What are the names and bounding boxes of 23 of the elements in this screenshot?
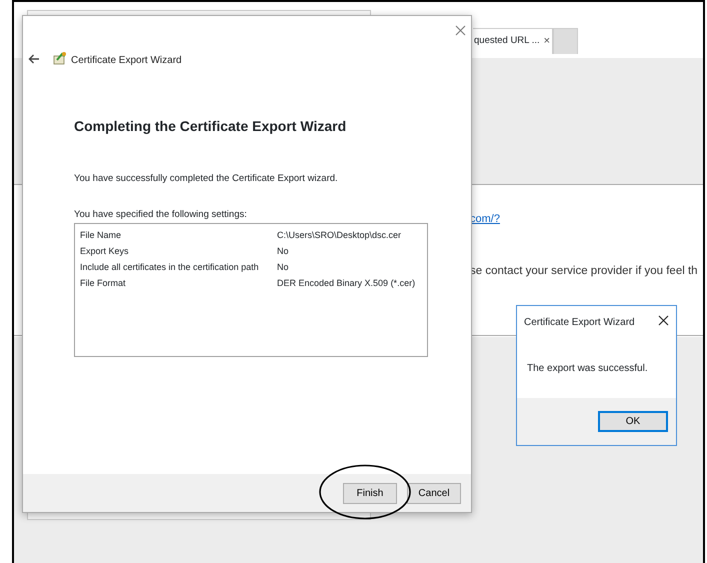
close-icon[interactable]: [658, 315, 669, 326]
setting-value: No: [277, 261, 289, 274]
completion-message: You have successfully completed the Certificate Export wizard.: [74, 172, 338, 186]
dialog-title: Certificate Export Wizard: [524, 316, 635, 330]
certificate-icon: [53, 51, 67, 65]
dialog-button[interactable]: OK: [598, 411, 668, 432]
setting-name: Include all certificates in the certification path: [80, 261, 260, 274]
setting-name: File Format: [80, 277, 127, 290]
setting-name: File Name: [80, 229, 122, 242]
wizard-heading: Completing the Certificate Export Wizard: [74, 118, 346, 135]
settings-label: You have specified the following settings:: [74, 208, 247, 222]
browser-tab[interactable]: quested URL ... ×: [473, 28, 553, 54]
setting-value: No: [277, 245, 289, 258]
tab-close[interactable]: ×: [544, 33, 550, 50]
back-arrow-icon[interactable]: [28, 54, 40, 64]
setting-name: Export Keys: [80, 245, 130, 258]
dialog-message: The export was successful.: [527, 362, 648, 376]
setting-value: DER Encoded Binary X.509 (*.cer): [277, 277, 416, 290]
setting-value: C:\Users\SRO\Desktop\dsc.cer: [277, 229, 402, 242]
dialog-button[interactable]: Cancel: [407, 482, 461, 504]
window-title: Certificate Export Wizard: [71, 54, 182, 68]
dialog-button[interactable]: Finish: [343, 482, 397, 504]
tab-title: quested URL ...: [474, 34, 540, 48]
